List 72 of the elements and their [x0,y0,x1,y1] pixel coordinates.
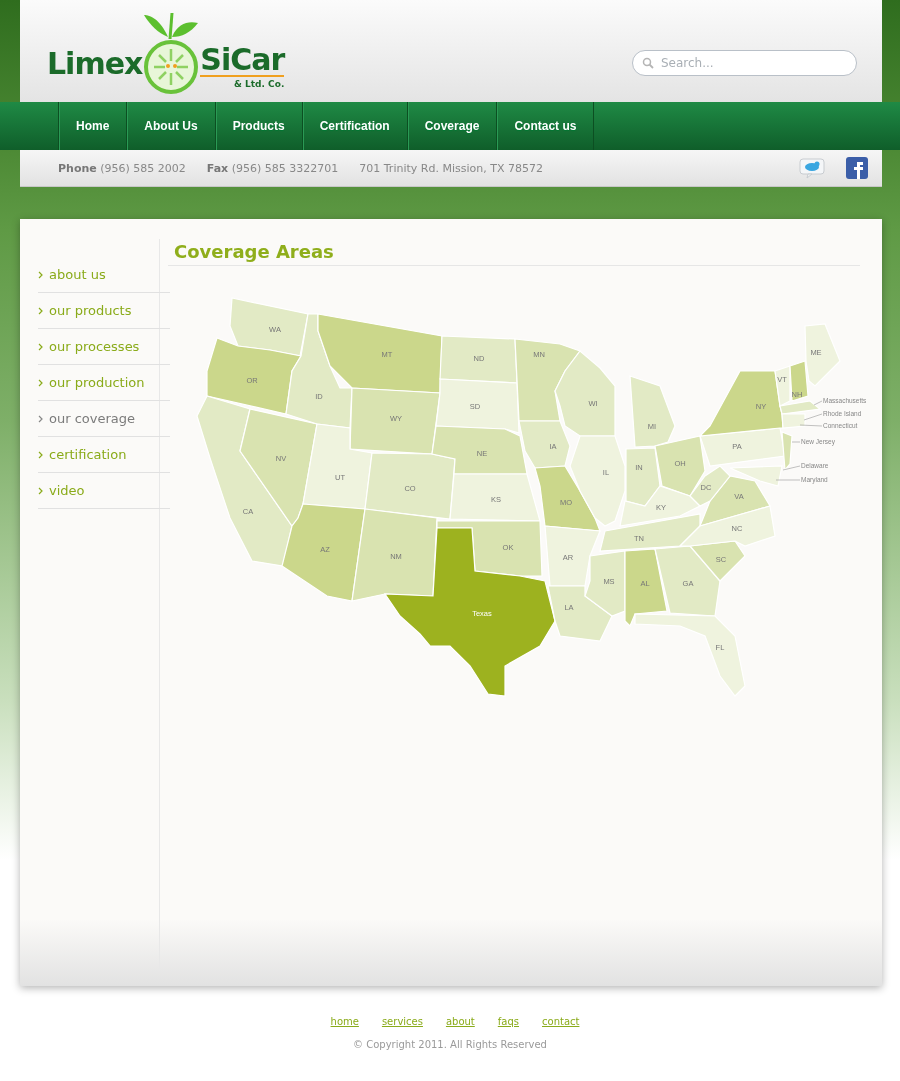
state-shape[interactable] [789,360,809,402]
chevron-icon [38,378,43,387]
state-shape[interactable] [634,613,746,697]
sidebar-link[interactable]: about us [38,257,170,293]
sidebar-link[interactable]: certification [38,437,170,473]
sidebar-link[interactable]: our coverage [38,401,170,437]
state-shape[interactable] [554,350,616,437]
chevron-icon [38,450,43,459]
state-shape[interactable] [774,365,791,407]
state-shape[interactable] [514,338,581,422]
page-title: Coverage Areas [168,239,860,266]
state-shape[interactable] [435,378,520,434]
footer-link[interactable]: about [445,1016,475,1027]
sidebar-link[interactable]: our processes [38,329,170,365]
chevron-icon [38,486,43,495]
footer-link[interactable]: contact [542,1016,580,1027]
state-shape[interactable] [518,420,571,469]
sidebar-link[interactable]: our products [38,293,170,329]
phone-text: Phone (956) 585 2002 [58,161,186,175]
state-shape[interactable] [239,408,318,528]
footer-link[interactable]: services [381,1016,423,1027]
bird-icon[interactable] [799,157,825,179]
state-shape[interactable] [206,337,302,415]
state-shape[interactable] [436,520,543,577]
state-shape[interactable] [431,425,528,475]
state-shape[interactable] [281,503,366,602]
state-shape[interactable] [781,413,806,429]
state-shape[interactable] [689,465,731,507]
logo-subtitle: & Ltd. Co. [234,79,285,89]
state-shape[interactable] [544,525,601,587]
state-shape[interactable] [302,423,373,510]
state-shape[interactable] [624,548,668,628]
facebook-icon[interactable] [846,157,868,179]
state-shape[interactable] [804,323,841,387]
state-shape[interactable] [584,550,626,617]
state-shape[interactable] [196,395,293,567]
leader-line [799,424,823,427]
state-shape[interactable] [779,400,822,415]
fax-text: Fax (956) 585 3322701 [206,161,339,175]
chevron-icon [38,306,43,315]
state-shape[interactable] [629,375,676,448]
leader-line [803,413,823,421]
leader-line [813,400,823,406]
footer-link[interactable]: faqs [497,1016,519,1027]
sidebar-link[interactable]: video [38,473,170,509]
search-icon [642,57,654,69]
state-shape[interactable] [351,508,438,602]
address-text: 701 Trinity Rd. Mission, TX 78572 [359,161,543,175]
logo-text: SiCar [200,45,285,77]
logo-text: Limex [47,49,143,83]
sidebar-link[interactable]: our production [38,365,170,401]
state-shape[interactable] [317,313,443,394]
state-shape[interactable] [699,475,771,527]
leader-line [782,465,801,471]
state-shape[interactable] [534,465,601,532]
chevron-icon [38,270,43,279]
chevron-icon [38,414,43,423]
state-shape[interactable] [383,527,556,697]
state-shape[interactable] [599,513,701,552]
state-shape[interactable] [449,473,541,522]
state-shape[interactable] [364,452,456,520]
state-shape[interactable] [688,540,746,582]
footer-link[interactable]: home [330,1016,359,1027]
state-shape[interactable] [729,465,783,487]
state-shape[interactable] [285,313,353,429]
chevron-icon [38,342,43,351]
state-shape[interactable] [619,485,701,527]
state-shape[interactable] [678,505,776,547]
state-shape[interactable] [229,297,309,357]
copyright-text: © Copyright 2011. All Rights Reserved [352,1039,548,1050]
search-field[interactable]: Search... [632,50,857,76]
state-shape[interactable] [547,585,613,642]
